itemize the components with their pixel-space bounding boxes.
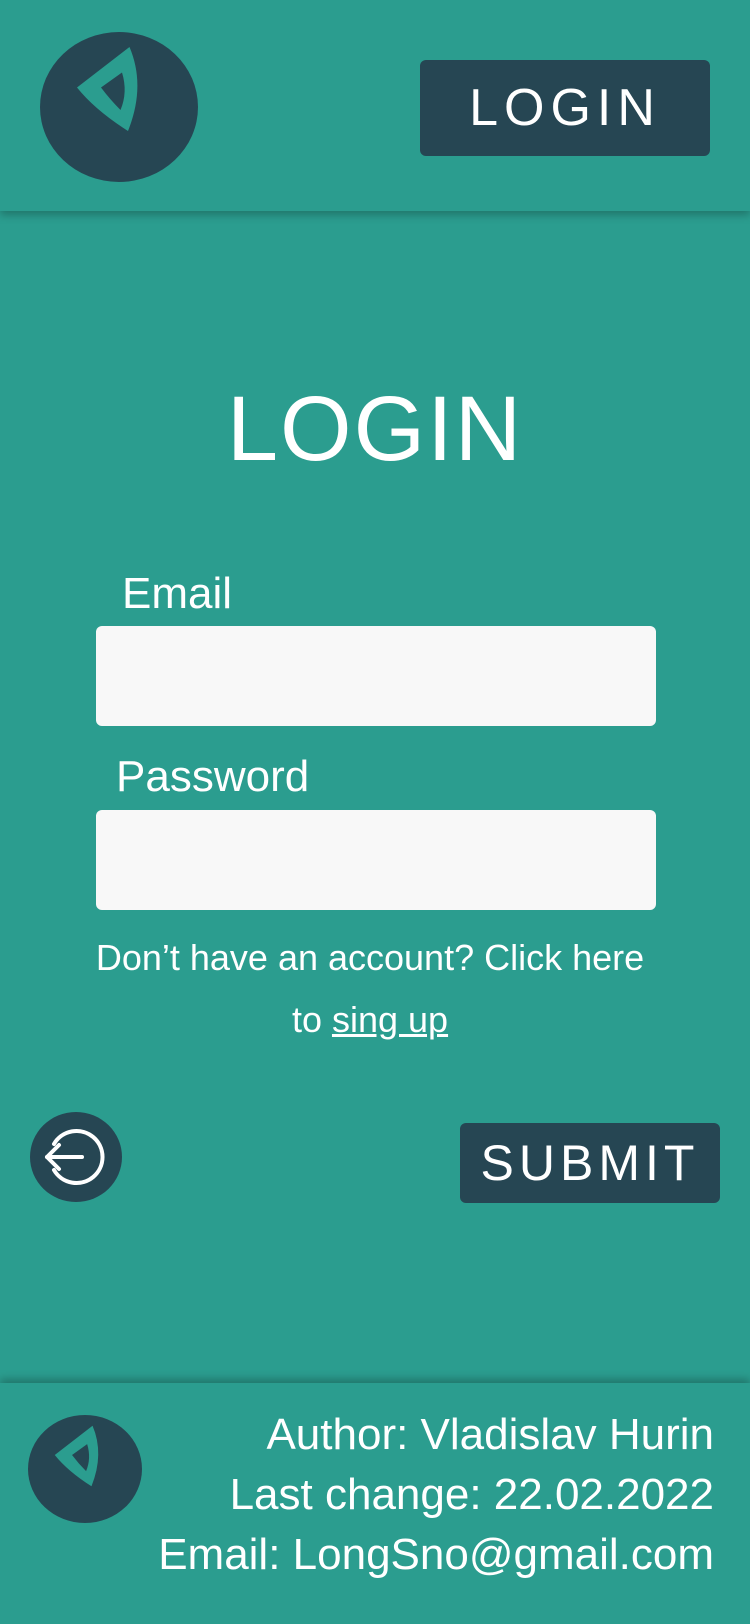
back-button[interactable]	[30, 1112, 122, 1202]
email-label: Email	[122, 569, 233, 618]
footer-logo[interactable]	[28, 1415, 142, 1523]
footer-email: Email: LongSno@gmail.com	[158, 1530, 714, 1579]
logout-arrow-icon	[45, 1129, 105, 1185]
header-login-button[interactable]: LOGIN	[420, 60, 710, 156]
footer-author: Author: Vladislav Hurin	[266, 1410, 714, 1459]
footer-info: Author: Vladislav Hurin Last change: 22.…	[158, 1405, 714, 1585]
signup-prompt: Don’t have an account? Click here to sin…	[80, 927, 660, 1051]
login-main: LOGIN Email Password Don’t have an accou…	[0, 211, 750, 1383]
footer-last-change: Last change: 22.02.2022	[229, 1470, 714, 1519]
signup-link[interactable]: sing up	[332, 999, 448, 1040]
password-label: Password	[116, 752, 310, 801]
header-logo[interactable]	[40, 32, 198, 182]
app-footer: Author: Vladislav Hurin Last change: 22.…	[0, 1383, 750, 1624]
app-logo-icon	[77, 47, 138, 131]
password-input[interactable]	[96, 810, 656, 910]
app-header: LOGIN	[0, 0, 750, 211]
app-logo-icon	[54, 1425, 99, 1487]
submit-button[interactable]: SUBMIT	[460, 1123, 720, 1203]
email-input[interactable]	[96, 626, 656, 726]
page-title: LOGIN	[226, 378, 524, 480]
